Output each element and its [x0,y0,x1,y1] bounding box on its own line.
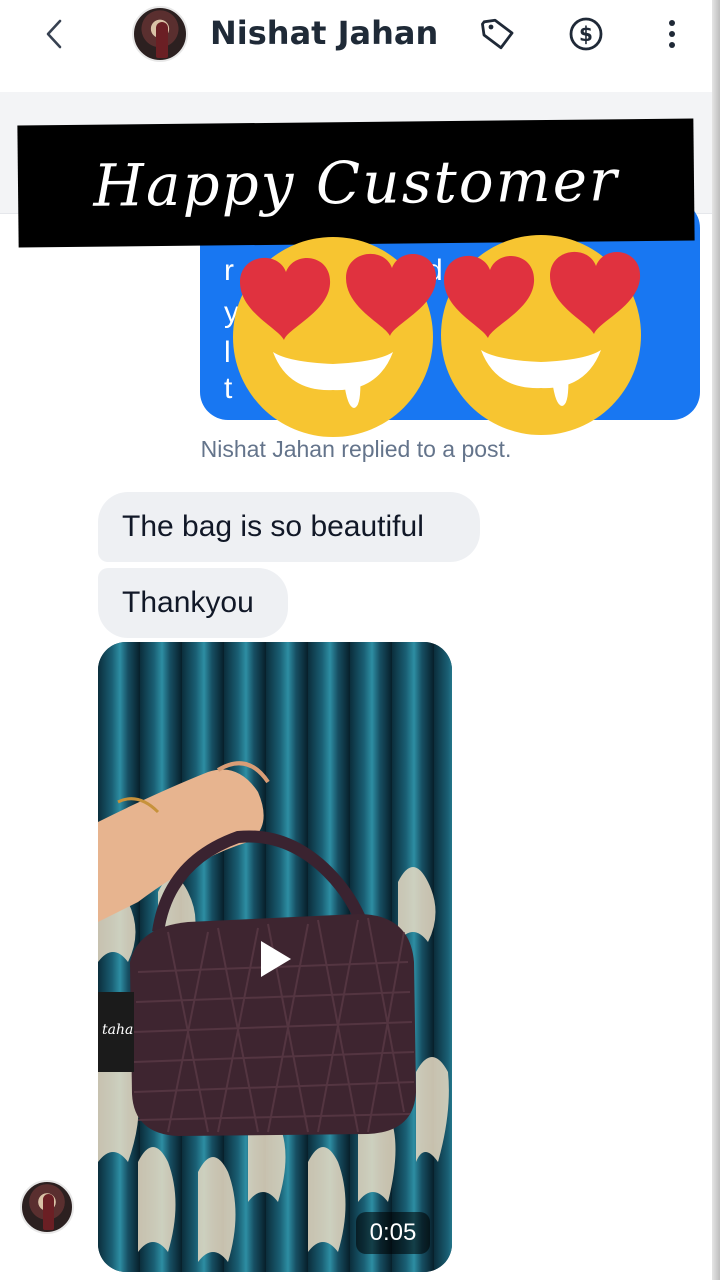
svg-text:$: $ [579,22,593,46]
tag-button[interactable] [478,14,518,54]
tag-icon [481,18,514,50]
heart-eyes-emoji-icon [441,235,641,435]
play-button[interactable] [252,936,298,982]
reply-context-note: Nishat Jahan replied to a post. [200,436,512,462]
banner-text: Happy Customer [92,146,620,220]
happy-customer-banner: Happy Customer [17,118,695,248]
back-button[interactable] [34,14,74,54]
received-message-bubble[interactable]: Thankyou [98,568,288,638]
message-text: Thankyou [122,586,254,619]
message-text: The bag is so beautiful [122,510,424,543]
chat-header: Nishat Jahan $ [0,0,712,88]
sender-avatar[interactable] [20,1180,74,1234]
more-options-button[interactable] [652,14,692,54]
payment-button[interactable]: $ [566,14,606,54]
screen-edge [712,0,720,1280]
more-vertical-icon [669,20,675,48]
contact-name[interactable]: Nishat Jahan [210,14,438,52]
back-chevron-icon [46,19,62,49]
video-message[interactable]: taha 0:05 [98,642,452,1272]
contact-avatar[interactable] [132,6,188,62]
video-duration: 0:05 [356,1212,430,1254]
play-icon [261,941,291,977]
received-message-bubble[interactable]: The bag is so beautiful [98,492,480,562]
brand-tag-text: taha [102,1022,133,1038]
heart-eyes-emoji-icon [233,237,437,437]
dollar-icon: $ [569,17,603,51]
